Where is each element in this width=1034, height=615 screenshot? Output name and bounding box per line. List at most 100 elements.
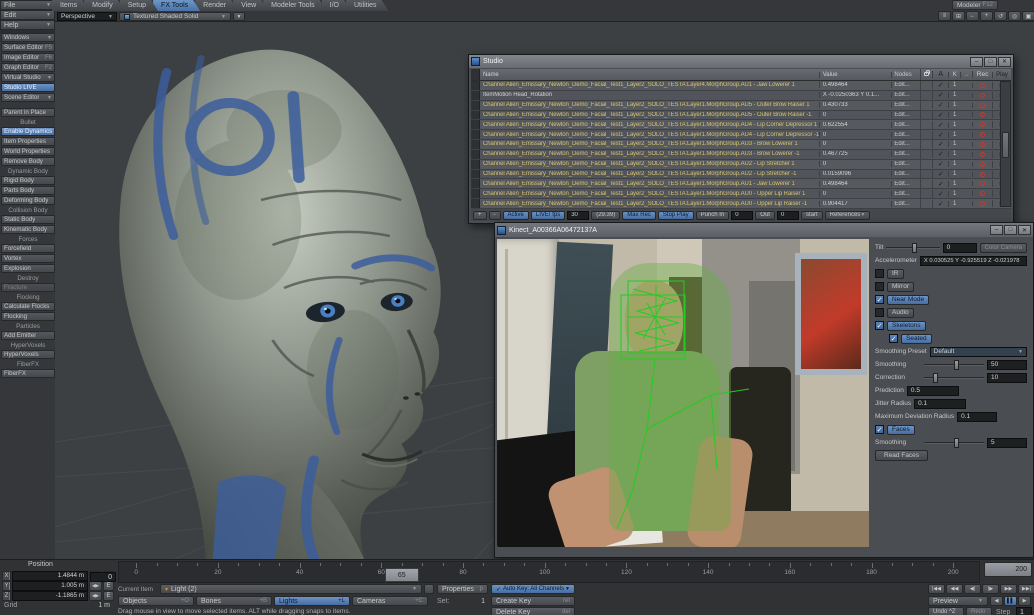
sidebar-item-add-emitter[interactable]: Add Emitter <box>1 331 55 340</box>
rotate-icon[interactable]: ↺ <box>994 11 1007 21</box>
read-faces-button[interactable]: Read Faces <box>875 450 928 461</box>
row-nodes-edit[interactable]: Edit... <box>891 112 920 118</box>
studio-footer-punch-in[interactable]: Punch In <box>696 211 730 220</box>
slider-handle[interactable] <box>933 373 938 383</box>
skeletons-checkbox[interactable]: ✓ <box>875 321 884 330</box>
row-nodes-edit[interactable]: Edit... <box>891 171 920 177</box>
smoothing-preset-dropdown[interactable]: Default▼ <box>930 347 1027 357</box>
sidebar-item-world-properties[interactable]: World Properties <box>1 147 55 156</box>
properties-button[interactable]: Properties p <box>437 584 488 594</box>
row-rec-cell[interactable] <box>972 181 992 186</box>
row-lock-cell[interactable] <box>920 140 932 149</box>
jitter-radius-field[interactable]: 0.1 <box>914 399 966 409</box>
studio-footer-live-fps[interactable]: LIVE! fps <box>531 211 565 220</box>
smoothing-slider[interactable] <box>924 442 984 444</box>
prev-frame-button[interactable]: ◀| <box>964 584 981 594</box>
row-value[interactable]: 0.0159096 <box>819 171 892 177</box>
sidebar-item-windows[interactable]: Windows▼ <box>1 33 55 42</box>
row-active-check[interactable]: ✓ <box>932 150 948 158</box>
row-rec-cell[interactable] <box>972 132 992 137</box>
axis-stepper[interactable]: ◀▶ <box>89 581 102 591</box>
row-rec-cell[interactable] <box>972 83 992 88</box>
table-row[interactable]: Channel Alien_Emissary_Newton_Demo_Facia… <box>471 140 1011 150</box>
studio-scrollbar[interactable] <box>1000 81 1011 207</box>
row-rec-cell[interactable] <box>972 103 992 108</box>
sidebar-item-studio-live[interactable]: Studio LIVE <box>1 83 55 92</box>
row-rec-cell[interactable] <box>972 172 992 177</box>
tilt-slider-handle[interactable] <box>912 243 917 253</box>
table-row[interactable]: Channel Alien_Emissary_Newton_Demo_Facia… <box>471 111 1011 121</box>
sidebar-item-forcefield[interactable]: Forcefield <box>1 244 55 253</box>
sidebar-item-flocking[interactable]: Flocking <box>1 312 55 321</box>
auto-key-toggle[interactable]: ✓ Auto Key: All Channels ▼ <box>491 584 575 594</box>
row-value[interactable]: 0 <box>819 112 892 118</box>
table-row[interactable]: Channel Alien_Emissary_Newton_Demo_Facia… <box>471 81 1011 91</box>
row-nodes-edit[interactable]: Edit... <box>891 161 920 167</box>
create-key-button[interactable]: Create Key ret <box>491 596 575 606</box>
menu-edit[interactable]: Edit▼ <box>0 10 55 20</box>
row-nodes-edit[interactable]: Edit... <box>891 82 920 88</box>
prev-key-button[interactable]: ◀◀ <box>946 584 963 594</box>
studio-footer-active[interactable]: Active <box>503 211 529 220</box>
maximize-button[interactable]: □ <box>1004 225 1017 235</box>
row-active-check[interactable]: ✓ <box>932 111 948 119</box>
row-nodes-edit[interactable]: Edit... <box>891 92 920 98</box>
row-rec-cell[interactable] <box>972 191 992 196</box>
row-active-check[interactable]: ✓ <box>932 131 948 139</box>
table-row[interactable]: Channel Alien_Emissary_Newton_Demo_Facia… <box>471 199 1011 209</box>
tab-setup[interactable]: Setup <box>120 0 158 11</box>
row-rec-cell[interactable] <box>972 201 992 206</box>
item-type-objects[interactable]: Objects+O <box>118 596 194 606</box>
row-nodes-edit[interactable]: Edit... <box>891 141 920 147</box>
ir-toggle-label[interactable]: IR <box>887 269 904 279</box>
audio-checkbox[interactable] <box>875 308 884 317</box>
timeline-ruler[interactable]: 020406080100120140160180200 65 <box>118 561 980 583</box>
table-row[interactable]: ItemMotion Head_RotationX -0.0250363 Y 0… <box>471 91 1011 101</box>
table-row[interactable]: Channel Alien_Emissary_Newton_Demo_Facia… <box>471 189 1011 199</box>
row-value[interactable]: 0.467725 <box>819 151 892 157</box>
table-row[interactable]: Channel Alien_Emissary_Newton_Demo_Facia… <box>471 120 1011 130</box>
studio-titlebar[interactable]: Studio – □ ✕ <box>469 55 1013 68</box>
mirror-toggle-label[interactable]: Mirror <box>887 282 914 292</box>
go-first-frame-button[interactable]: |◀◀ <box>928 584 945 594</box>
slider-value-field[interactable]: 50 <box>987 360 1027 370</box>
delete-key-button[interactable]: Delete Key del <box>491 607 575 615</box>
row-nodes-edit[interactable]: Edit... <box>891 151 920 157</box>
table-row[interactable]: Channel Alien_Emissary_Newton_Demo_Facia… <box>471 170 1011 180</box>
near-mode-toggle-label[interactable]: Near Mode <box>887 295 929 305</box>
row-lock-cell[interactable] <box>920 179 932 188</box>
minimize-button[interactable]: – <box>990 225 1003 235</box>
current-item-dropdown[interactable]: ▾ Light (2) ▼ <box>160 584 422 594</box>
row-nodes-edit[interactable]: Edit... <box>891 102 920 108</box>
row-lock-cell[interactable] <box>920 170 932 179</box>
x-position-field[interactable]: 1.4844 m <box>12 571 88 581</box>
tab-render[interactable]: Render <box>195 0 238 11</box>
row-value[interactable]: 0 <box>819 132 892 138</box>
play-reverse-button[interactable]: ◀ <box>990 596 1003 606</box>
sidebar-item-remove-body[interactable]: Remove Body <box>1 157 55 166</box>
row-rec-cell[interactable] <box>972 152 992 157</box>
mirror-checkbox[interactable] <box>875 282 884 291</box>
correction-slider[interactable] <box>924 377 984 379</box>
sidebar-item-graph-editor[interactable]: Graph EditorF2 <box>1 63 55 72</box>
row-value[interactable]: 0 <box>819 141 892 147</box>
smoothing-slider[interactable] <box>924 364 984 366</box>
sidebar-item-calculate-flocks[interactable]: Calculate Flocks <box>1 302 55 311</box>
studio-footer-stop-play[interactable]: Stop Play <box>658 211 694 220</box>
row-nodes-edit[interactable]: Edit... <box>891 201 920 207</box>
start-frame-field[interactable]: 0 <box>90 572 116 582</box>
row-nodes-edit[interactable]: Edit... <box>891 191 920 197</box>
row-nodes-edit[interactable]: Edit... <box>891 122 920 128</box>
row-value[interactable]: 0.498464 <box>819 82 892 88</box>
item-type-cameras[interactable]: Cameras+C <box>352 596 428 606</box>
row-lock-cell[interactable] <box>920 189 932 198</box>
row-active-check[interactable]: ✓ <box>932 140 948 148</box>
row-lock-cell[interactable] <box>920 91 932 100</box>
row-value[interactable]: 0.904417 <box>819 201 892 207</box>
studio-footer-0[interactable]: 0 <box>777 211 799 220</box>
step-field[interactable]: 1 <box>1016 607 1032 615</box>
studio-scrollbar-thumb[interactable] <box>1002 132 1009 158</box>
tab-modify[interactable]: Modify <box>84 0 125 11</box>
row-value[interactable]: X -0.0250363 Y 0.1... <box>819 92 892 98</box>
table-row[interactable]: Channel Alien_Emissary_Newton_Demo_Facia… <box>471 179 1011 189</box>
